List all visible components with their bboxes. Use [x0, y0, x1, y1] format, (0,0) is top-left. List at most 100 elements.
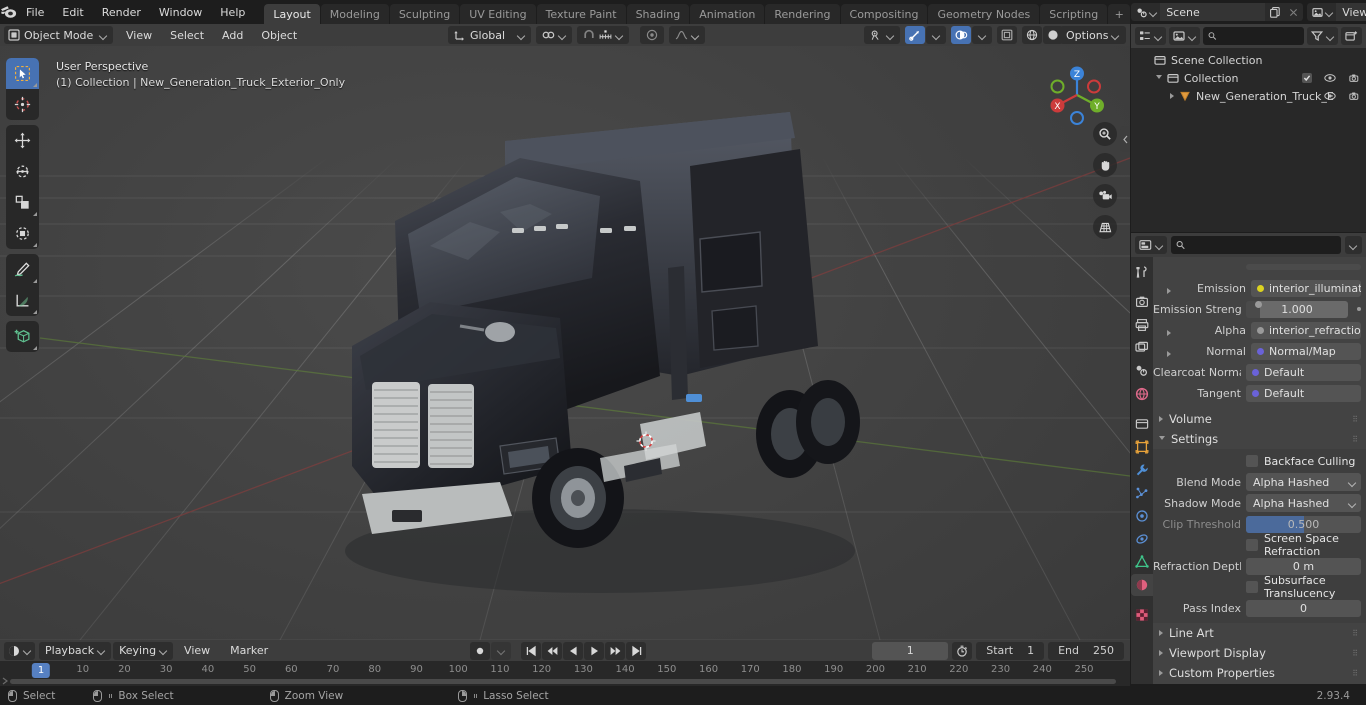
drag-dots-icon[interactable]: ⠿ [1352, 669, 1359, 678]
properties-physics-tab[interactable] [1131, 505, 1153, 527]
outliner-row-0[interactable]: Scene Collection [1131, 51, 1366, 69]
tool-rotate-tool[interactable] [6, 156, 39, 187]
start-value[interactable]: 1 [1027, 644, 1034, 657]
visibility-dropdown[interactable] [864, 26, 900, 44]
animate-property-dot[interactable] [1357, 307, 1361, 311]
blender-logo-icon[interactable] [0, 0, 17, 24]
viewport-hand-button[interactable] [1093, 153, 1117, 177]
pass-index-field[interactable]: 0 [1246, 599, 1361, 617]
properties-view-layer-tab[interactable] [1131, 337, 1153, 359]
properties-object-tab[interactable] [1131, 436, 1153, 458]
node-input-expander[interactable] [1167, 351, 1171, 357]
subsurface-translucency-row[interactable]: Subsurface Translucency [1153, 574, 1366, 600]
drag-dots-icon[interactable]: ⠿ [1352, 415, 1359, 424]
truck-model[interactable] [0, 46, 1130, 640]
workspace-tab-scripting[interactable]: Scripting [1040, 4, 1108, 24]
tool-move-tool[interactable] [6, 125, 39, 156]
properties-render-tab[interactable] [1131, 291, 1153, 313]
options-dropdown[interactable]: Options [1060, 26, 1126, 44]
xray-toggle[interactable] [997, 26, 1017, 44]
outliner-expander[interactable] [1170, 93, 1174, 99]
timeline-scrollbar[interactable] [10, 679, 1116, 684]
properties-modifier-tab[interactable] [1131, 459, 1153, 481]
backface-culling-checkbox[interactable] [1246, 455, 1258, 467]
refraction-depth-field[interactable]: 0 m [1246, 557, 1361, 575]
overlay-options-dropdown[interactable] [972, 26, 992, 44]
backface-culling-row[interactable]: Backface Culling [1153, 451, 1366, 471]
properties-texture-tab[interactable] [1131, 604, 1153, 626]
tool-tweak-select-tool[interactable] [6, 58, 39, 89]
pivot-point-dropdown[interactable] [536, 26, 572, 44]
screen-space-refraction-checkbox[interactable] [1246, 539, 1258, 551]
show-overlays-toggle[interactable] [951, 26, 971, 44]
navigation-gizmo[interactable]: Z Y X [1046, 64, 1108, 126]
viewport-menu-object[interactable]: Object [252, 26, 306, 45]
node-input-field[interactable]: interior_refraction_in... [1251, 321, 1361, 339]
properties-editor-type-dropdown[interactable] [1135, 236, 1167, 254]
partial-field[interactable] [1246, 264, 1361, 270]
tool-transform-tool[interactable] [6, 218, 39, 249]
properties-data-tab[interactable] [1131, 551, 1153, 573]
scene-unlink-button[interactable] [1284, 3, 1304, 21]
outliner-filter-id-dropdown[interactable] [1169, 27, 1200, 45]
tool-add-cube-tool[interactable] [6, 321, 39, 352]
timeline-menu-view[interactable]: View [175, 641, 219, 660]
section-volume[interactable]: Volume ⠿ [1153, 409, 1366, 429]
section-settings[interactable]: Settings ⠿ [1153, 429, 1366, 449]
proportional-edit-toggle[interactable] [640, 26, 664, 44]
properties-tool-tab[interactable] [1131, 261, 1153, 283]
properties-collection-tab[interactable] [1131, 413, 1153, 435]
end-value[interactable]: 250 [1093, 644, 1114, 657]
interaction-mode-dropdown[interactable]: Object Mode [4, 26, 113, 44]
node-input-expander[interactable] [1167, 330, 1171, 336]
hide-in-viewport-toggle[interactable] [1324, 73, 1336, 83]
node-input-expander[interactable] [1167, 288, 1171, 294]
disable-in-render-toggle[interactable] [1348, 91, 1360, 101]
workspace-tab-rendering[interactable]: Rendering [765, 4, 840, 24]
drag-dots-icon[interactable]: ⠿ [1352, 629, 1359, 638]
auto-keying-toggle[interactable] [470, 641, 490, 660]
shadow-mode-dropdown[interactable]: Alpha Hashed [1246, 494, 1361, 512]
transform-orientation-dropdown[interactable]: Global [448, 26, 531, 44]
scene-selector[interactable]: Scene [1131, 3, 1304, 21]
current-frame-field[interactable]: 1 [872, 641, 949, 660]
outliner-display-mode-dropdown[interactable] [1135, 27, 1166, 45]
workspace-tab-geometry-nodes[interactable]: Geometry Nodes [928, 4, 1040, 24]
transport-jump-start[interactable] [521, 641, 541, 660]
timeline-menu-marker[interactable]: Marker [221, 641, 277, 660]
outliner-search-input[interactable] [1203, 27, 1304, 45]
workspace-tab-texture-paint[interactable]: Texture Paint [536, 4, 626, 24]
workspace-tab-sculpting[interactable]: Sculpting [389, 4, 460, 24]
viewport-camera-button[interactable] [1093, 184, 1117, 208]
scene-browse-icon[interactable] [1131, 3, 1161, 21]
tool-cursor-tool[interactable] [6, 89, 39, 120]
show-gizmo-toggle[interactable] [905, 26, 925, 44]
properties-constraints-tab[interactable] [1131, 528, 1153, 550]
properties-output-tab[interactable] [1131, 314, 1153, 336]
screen-space-refraction-row[interactable]: Screen Space Refraction [1153, 532, 1366, 558]
sidebar-toggle-arrow[interactable] [1120, 126, 1130, 152]
add-workspace-button[interactable]: + [1108, 4, 1131, 24]
properties-search-field[interactable] [1189, 238, 1336, 252]
use-preview-range-toggle[interactable] [952, 641, 973, 660]
outliner-expander[interactable] [1156, 74, 1162, 82]
properties-search-input[interactable] [1171, 236, 1341, 254]
scene-new-button[interactable] [1265, 3, 1285, 21]
viewport-grid-button[interactable] [1093, 215, 1117, 239]
snap-dropdown[interactable] [577, 26, 629, 44]
node-input-field[interactable]: interior_illumination... [1251, 279, 1361, 297]
tool-measure-tool[interactable] [6, 285, 39, 316]
viewport-menu-view[interactable]: View [117, 26, 161, 45]
section-viewport-display[interactable]: Viewport Display ⠿ [1153, 643, 1366, 663]
timeline-ruler[interactable]: 10 20 30 40 50 60 70 80 90 100 110 120 130 140 150 160 1… [0, 661, 1130, 681]
view-layer-name[interactable]: View Layer [1336, 3, 1366, 21]
node-input-field[interactable]: Default [1246, 363, 1361, 381]
section-custom-properties[interactable]: Custom Properties ⠿ [1153, 663, 1366, 683]
node-input-field[interactable]: Default [1246, 384, 1361, 402]
drag-dots-icon[interactable]: ⠿ [1352, 649, 1359, 658]
workspace-tab-compositing[interactable]: Compositing [840, 4, 928, 24]
viewlayer-browse-icon[interactable] [1307, 3, 1337, 21]
top-menu-help[interactable]: Help [211, 3, 254, 22]
viewport-menu-add[interactable]: Add [213, 26, 252, 45]
top-menu-file[interactable]: File [17, 3, 53, 22]
